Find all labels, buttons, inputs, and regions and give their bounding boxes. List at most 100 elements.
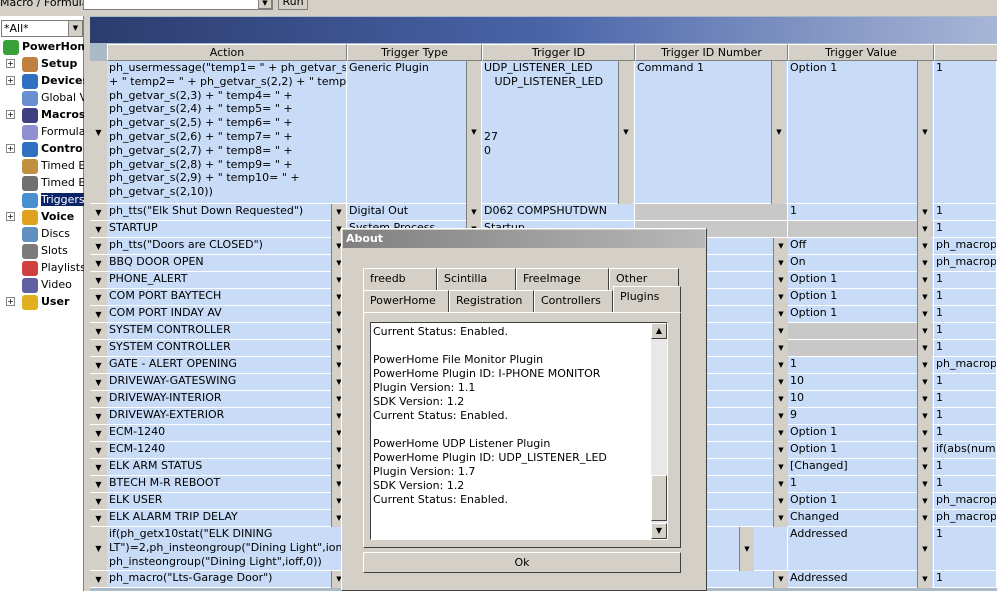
action-cell[interactable]: ph_tts("Doors are CLOSED") (107, 238, 347, 255)
trigger-value-cell[interactable]: Option 1 (788, 442, 934, 459)
expand-icon[interactable]: + (6, 144, 15, 153)
row-indicator[interactable]: ▼ (90, 255, 107, 272)
column-header-trigger-id[interactable]: Trigger ID (482, 44, 635, 61)
tab-freedb[interactable]: freedb (363, 268, 437, 290)
action-cell[interactable]: STARTUP (107, 221, 347, 238)
chevron-down-icon[interactable]: ▼ (68, 21, 82, 36)
sidebar-item-timed-e[interactable]: Timed E (0, 158, 84, 175)
extra-cell[interactable]: 1 (934, 306, 997, 323)
chevron-down-icon[interactable]: ▼ (917, 289, 932, 306)
row-indicator[interactable]: ▼ (90, 289, 107, 306)
sidebar-item-discs[interactable]: Discs (0, 226, 84, 243)
trigger-value-cell[interactable]: Addressed (788, 571, 934, 588)
chevron-down-icon[interactable]: ▼ (917, 272, 932, 289)
trigger-id-cell[interactable]: UDP_LISTENER_LED UDP_LISTENER_LED 27 0 (482, 61, 635, 204)
trigger-value-cell[interactable]: Addressed (788, 527, 934, 571)
extra-cell[interactable]: ph_macropar (934, 255, 997, 272)
extra-cell[interactable]: ph_macropar (934, 493, 997, 510)
chevron-down-icon[interactable]: ▼ (773, 255, 788, 272)
chevron-down-icon[interactable]: ▼ (466, 204, 481, 221)
action-cell[interactable]: SYSTEM CONTROLLER (107, 340, 347, 357)
action-cell[interactable]: SYSTEM CONTROLLER (107, 323, 347, 340)
trigger-id-cell[interactable]: D062 COMPSHUTDWN (482, 204, 635, 221)
extra-cell[interactable]: 1 (934, 408, 997, 425)
row-indicator[interactable]: ▼ (90, 238, 107, 255)
scroll-down-icon[interactable]: ▼ (651, 523, 667, 539)
extra-cell[interactable]: 1 (934, 323, 997, 340)
extra-cell[interactable]: 1 (934, 391, 997, 408)
sidebar-item-formula[interactable]: Formula (0, 124, 84, 141)
extra-cell[interactable]: 1 (934, 340, 997, 357)
chevron-down-icon[interactable]: ▼ (773, 476, 788, 493)
row-indicator[interactable]: ▼ (90, 357, 107, 374)
chevron-down-icon[interactable]: ▼ (466, 61, 481, 204)
extra-cell[interactable]: 1 (934, 374, 997, 391)
row-indicator[interactable]: ▼ (90, 340, 107, 357)
chevron-down-icon[interactable]: ▼ (917, 493, 932, 510)
row-indicator[interactable]: ▼ (90, 459, 107, 476)
tab-registration[interactable]: Registration (449, 290, 534, 312)
row-indicator[interactable]: ▼ (90, 476, 107, 493)
expand-icon[interactable]: + (6, 212, 15, 221)
sidebar-item-playlists[interactable]: Playlists (0, 260, 84, 277)
chevron-down-icon[interactable]: ▼ (618, 61, 633, 204)
trigger-value-cell[interactable]: 1 (788, 476, 934, 493)
trigger-value-cell[interactable]: Option 1 (788, 493, 934, 510)
row-indicator[interactable]: ▼ (90, 425, 107, 442)
row-indicator[interactable]: ▼ (90, 391, 107, 408)
extra-cell[interactable]: 1 (934, 61, 997, 204)
chevron-down-icon[interactable]: ▼ (917, 238, 932, 255)
column-header-trigger-value[interactable]: Trigger Value (788, 44, 934, 61)
chevron-down-icon[interactable]: ▼ (917, 357, 932, 374)
tab-plugins[interactable]: Plugins (613, 286, 681, 312)
chevron-down-icon[interactable]: ▼ (917, 306, 932, 323)
sidebar-item-user[interactable]: + User (0, 294, 84, 311)
extra-cell[interactable]: ph_macropar (934, 238, 997, 255)
chevron-down-icon[interactable]: ▼ (773, 459, 788, 476)
extra-cell[interactable]: 1 (934, 527, 997, 571)
chevron-down-icon[interactable]: ▼ (773, 493, 788, 510)
chevron-down-icon[interactable]: ▼ (917, 340, 932, 357)
sidebar-item-slots[interactable]: Slots (0, 243, 84, 260)
chevron-down-icon[interactable]: ▼ (773, 442, 788, 459)
expand-icon[interactable]: + (6, 59, 15, 68)
trigger-value-cell[interactable]: Option 1 (788, 425, 934, 442)
action-cell[interactable]: ELK ARM STATUS (107, 459, 347, 476)
action-cell[interactable]: COM PORT INDAY AV (107, 306, 347, 323)
chevron-down-icon[interactable]: ▼ (917, 323, 932, 340)
chevron-down-icon[interactable]: ▼ (917, 476, 932, 493)
chevron-down-icon[interactable]: ▼ (773, 289, 788, 306)
chevron-down-icon[interactable]: ▼ (773, 238, 788, 255)
expand-icon[interactable]: + (6, 110, 15, 119)
chevron-down-icon[interactable]: ▼ (917, 459, 932, 476)
row-indicator[interactable]: ▼ (90, 571, 107, 588)
trigger-value-cell[interactable]: Option 1 (788, 61, 934, 204)
trigger-value-cell[interactable]: 10 (788, 391, 934, 408)
action-cell[interactable]: DRIVEWAY-GATESWING (107, 374, 347, 391)
extra-cell[interactable]: 1 (934, 425, 997, 442)
extra-cell[interactable]: 1 (934, 221, 997, 238)
sidebar-item-voice[interactable]: + Voice (0, 209, 84, 226)
row-indicator[interactable]: ▼ (90, 61, 107, 204)
trigger-id-number-cell[interactable]: Command 1 (635, 61, 788, 204)
trigger-type-cell[interactable]: Digital Out (347, 204, 482, 221)
scroll-up-icon[interactable]: ▲ (651, 323, 667, 339)
sidebar-item-devices[interactable]: + Devices (0, 73, 84, 90)
chevron-down-icon[interactable]: ▼ (773, 272, 788, 289)
row-indicator[interactable]: ▼ (90, 442, 107, 459)
chevron-down-icon[interactable]: ▼ (773, 391, 788, 408)
chevron-down-icon[interactable]: ▼ (739, 527, 754, 571)
sidebar-item-contro[interactable]: + Contro (0, 141, 84, 158)
action-cell[interactable]: ph_macro("Lts-Garage Door") (107, 571, 347, 588)
tab-freeimage[interactable]: FreeImage (516, 268, 609, 290)
sidebar-item-video[interactable]: Video (0, 277, 84, 294)
chevron-down-icon[interactable]: ▼ (258, 0, 272, 9)
chevron-down-icon[interactable]: ▼ (771, 61, 786, 204)
row-indicator[interactable]: ▼ (90, 510, 107, 527)
chevron-down-icon[interactable]: ▼ (917, 571, 932, 588)
sidebar-item-triggers[interactable]: Triggers (0, 192, 84, 209)
macro-formula-input[interactable] (83, 0, 273, 10)
chevron-down-icon[interactable]: ▼ (917, 527, 932, 571)
ok-button[interactable]: Ok (363, 552, 681, 573)
chevron-down-icon[interactable]: ▼ (917, 510, 932, 527)
